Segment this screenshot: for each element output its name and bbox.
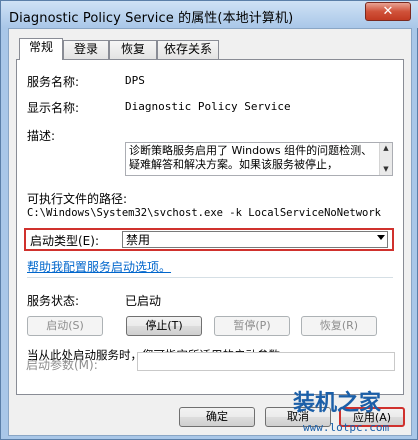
close-icon: ✕ — [382, 4, 394, 19]
description-label: 描述: — [27, 129, 56, 143]
display-name-label: 显示名称: — [27, 101, 80, 115]
chevron-down-icon — [377, 235, 385, 240]
close-button[interactable]: ✕ — [365, 2, 411, 21]
start-button[interactable]: 启动(S) — [27, 316, 103, 336]
startup-type-value: 禁用 — [126, 233, 151, 247]
tab-dependencies[interactable]: 依存关系 — [157, 40, 219, 59]
start-params-input[interactable] — [137, 352, 395, 371]
startup-type-select[interactable]: 禁用 — [122, 231, 388, 248]
watermark-logo: 装机之家 — [293, 391, 382, 416]
tab-logon[interactable]: 登录 — [63, 40, 109, 59]
service-name-label: 服务名称: — [27, 75, 80, 89]
service-name-value[interactable]: DPS — [125, 74, 145, 87]
stop-button[interactable]: 停止(T) — [126, 316, 202, 336]
startup-type-highlight: 启动类型(E): 禁用 — [24, 228, 394, 251]
startup-type-label: 启动类型(E): — [30, 234, 99, 248]
description-box[interactable]: 诊断策略服务启用了 Windows 组件的问题检测、疑难解答和解决方案。如果该服… — [125, 142, 393, 176]
ok-button[interactable]: 确定 — [179, 407, 255, 427]
title-bar: Diagnostic Policy Service 的属性(本地计算机) ✕ — [1, 1, 418, 28]
dialog-client: 常规 登录 恢复 依存关系 服务名称: DPS 显示名称: Diagnostic… — [8, 28, 412, 436]
help-configure-link[interactable]: 帮助我配置服务启动选项。 — [27, 258, 171, 275]
window-title: Diagnostic Policy Service 的属性(本地计算机) — [9, 11, 294, 26]
properties-window: Diagnostic Policy Service 的属性(本地计算机) ✕ 常… — [0, 0, 418, 440]
exe-path-value[interactable]: C:\Windows\System32\svchost.exe -k Local… — [27, 207, 381, 219]
start-params-label: 启动参数(M): — [26, 358, 98, 372]
watermark-url: www.lotpc.com — [303, 421, 390, 434]
service-status-label: 服务状态: — [27, 294, 80, 308]
divider — [27, 277, 393, 278]
scroll-down-icon[interactable]: ▼ — [380, 164, 392, 175]
display-name-value[interactable]: Diagnostic Policy Service — [125, 100, 291, 113]
description-scrollbar[interactable]: ▲ ▼ — [379, 143, 392, 175]
service-status-value: 已启动 — [125, 294, 162, 308]
scroll-up-icon[interactable]: ▲ — [380, 143, 392, 154]
pause-button[interactable]: 暂停(P) — [214, 316, 290, 336]
tab-general[interactable]: 常规 — [19, 38, 63, 60]
resume-button[interactable]: 恢复(R) — [301, 316, 377, 336]
tab-recovery[interactable]: 恢复 — [109, 40, 157, 59]
general-panel: 服务名称: DPS 显示名称: Diagnostic Policy Servic… — [16, 59, 404, 395]
exe-path-label: 可执行文件的路径: — [27, 192, 128, 206]
description-text: 诊断策略服务启用了 Windows 组件的问题检测、疑难解答和解决方案。如果该服… — [129, 144, 373, 171]
